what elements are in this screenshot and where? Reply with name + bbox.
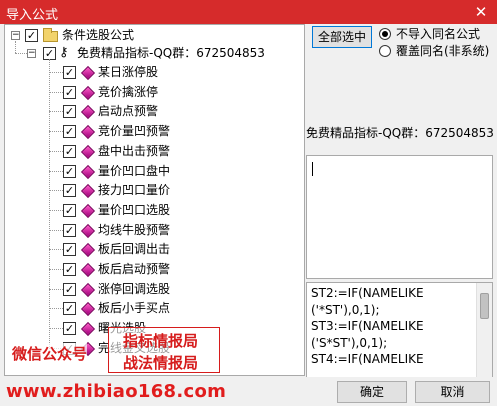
tree-connector bbox=[49, 170, 63, 172]
group-label[interactable]: 免费精品指标-QQ群：672504853 bbox=[77, 45, 265, 61]
overwrite-radio[interactable] bbox=[379, 45, 391, 57]
item-checkbox[interactable]: ✓ bbox=[63, 66, 76, 79]
tree-item-label[interactable]: 涨停回调选股 bbox=[98, 281, 170, 297]
cancel-button[interactable]: 取消 bbox=[415, 381, 490, 403]
watermark-line1: 指标情报局 bbox=[123, 332, 199, 350]
watermark-line2: 战法情报局 bbox=[123, 354, 199, 372]
overwrite-label[interactable]: 覆盖同名(非系统) bbox=[396, 44, 489, 58]
formula-name-field[interactable] bbox=[306, 155, 493, 279]
formula-icon bbox=[80, 243, 96, 258]
ok-button[interactable]: 确定 bbox=[337, 381, 407, 403]
item-checkbox[interactable]: ✓ bbox=[63, 243, 76, 257]
code-scrollbar-thumb[interactable] bbox=[480, 293, 489, 319]
formula-icon bbox=[80, 184, 96, 199]
formula-icon bbox=[80, 262, 96, 278]
tree-item-label[interactable]: 盘中出击预警 bbox=[98, 143, 170, 159]
title-bar: 导入公式 ✕ bbox=[0, 0, 497, 24]
tree-item-label[interactable]: 均线牛股预警 bbox=[98, 222, 170, 238]
close-icon[interactable]: ✕ bbox=[471, 2, 491, 22]
tree-item-label[interactable]: 竞价量凹预警 bbox=[98, 123, 170, 139]
item-checkbox[interactable]: ✓ bbox=[63, 203, 76, 217]
tree-item-label[interactable]: 板后小手买点 bbox=[98, 300, 170, 316]
formula-icon bbox=[80, 302, 96, 317]
group-expander-icon[interactable]: − bbox=[27, 49, 36, 58]
tree-item-label[interactable]: 量价凹口选股 bbox=[98, 202, 170, 218]
formula-icon bbox=[80, 282, 96, 297]
root-expander-icon[interactable]: − bbox=[11, 31, 20, 40]
tree-item-label[interactable]: 某日涨停股 bbox=[98, 64, 158, 80]
watermark-wechat: 微信公众号 bbox=[12, 343, 88, 364]
item-checkbox[interactable]: ✓ bbox=[63, 223, 76, 237]
tree-connector bbox=[49, 308, 63, 310]
tree-connector bbox=[49, 209, 63, 211]
tree-connector bbox=[49, 190, 63, 192]
formula-icon bbox=[80, 203, 96, 218]
item-checkbox[interactable]: ✓ bbox=[63, 302, 76, 316]
text-caret bbox=[312, 162, 313, 176]
tree-item-label[interactable]: 板后回调出击 bbox=[98, 241, 170, 257]
tree-item-label[interactable]: 启动点预警 bbox=[98, 103, 158, 119]
tree-connector bbox=[49, 150, 63, 152]
formula-icon bbox=[80, 164, 96, 179]
key-icon: ⚷ bbox=[59, 45, 69, 60]
item-checkbox[interactable]: ✓ bbox=[63, 144, 76, 158]
tree-connector bbox=[15, 41, 16, 53]
tree-item-label[interactable]: 量价凹口盘中 bbox=[98, 163, 170, 179]
item-checkbox[interactable]: ✓ bbox=[63, 164, 76, 178]
tree-connector bbox=[15, 53, 27, 54]
item-checkbox[interactable]: ✓ bbox=[63, 263, 76, 276]
formula-tree[interactable]: − ✓ 条件选股公式 − ✓ ⚷ 免费精品指标-QQ群：672504853 ✓ 某… bbox=[4, 24, 305, 376]
tree-connector bbox=[49, 288, 63, 290]
item-checkbox[interactable]: ✓ bbox=[63, 125, 76, 139]
tree-connector bbox=[49, 229, 63, 231]
item-checkbox[interactable]: ✓ bbox=[63, 105, 76, 119]
tree-connector bbox=[49, 328, 63, 330]
tree-connector bbox=[49, 111, 63, 113]
formula-icon bbox=[80, 223, 96, 238]
tree-connector bbox=[49, 269, 63, 270]
watermark-url: www.zhibiao168.com bbox=[6, 381, 227, 402]
folder-icon bbox=[43, 28, 58, 42]
formula-code-text: ST2:=IF(NAMELIKE ('*ST'),0,1); ST3:=IF(N… bbox=[311, 286, 424, 367]
tree-connector bbox=[49, 91, 63, 93]
tree-item-label[interactable]: 接力凹口量价 bbox=[98, 182, 170, 198]
formula-icon bbox=[80, 85, 96, 100]
formula-icon bbox=[80, 322, 96, 337]
formula-icon bbox=[80, 105, 96, 120]
root-label[interactable]: 条件选股公式 bbox=[62, 27, 134, 43]
code-scrollbar[interactable] bbox=[476, 283, 492, 377]
tree-connector bbox=[49, 72, 63, 73]
formula-code-view[interactable]: ST2:=IF(NAMELIKE ('*ST'),0,1); ST3:=IF(N… bbox=[306, 282, 493, 378]
window-title: 导入公式 bbox=[6, 8, 59, 23]
tree-item-label[interactable]: 竞价擒涨停 bbox=[98, 84, 158, 100]
group-info-label: 免费精品指标-QQ群：672504853 bbox=[306, 126, 494, 140]
skip-duplicate-radio[interactable] bbox=[379, 28, 391, 40]
root-checkbox[interactable]: ✓ bbox=[25, 29, 38, 42]
formula-icon bbox=[80, 144, 96, 159]
item-checkbox[interactable]: ✓ bbox=[63, 184, 76, 198]
formula-icon bbox=[80, 65, 96, 81]
select-all-button[interactable]: 全部选中 bbox=[312, 26, 372, 48]
item-checkbox[interactable]: ✓ bbox=[63, 85, 76, 99]
tree-item-label[interactable]: 板后启动预警 bbox=[98, 261, 170, 277]
skip-duplicate-label[interactable]: 不导入同名公式 bbox=[396, 27, 480, 41]
item-checkbox[interactable]: ✓ bbox=[63, 282, 76, 296]
item-checkbox[interactable]: ✓ bbox=[63, 322, 76, 336]
tree-connector bbox=[49, 131, 63, 133]
formula-icon bbox=[80, 125, 96, 140]
tree-connector bbox=[49, 249, 63, 251]
